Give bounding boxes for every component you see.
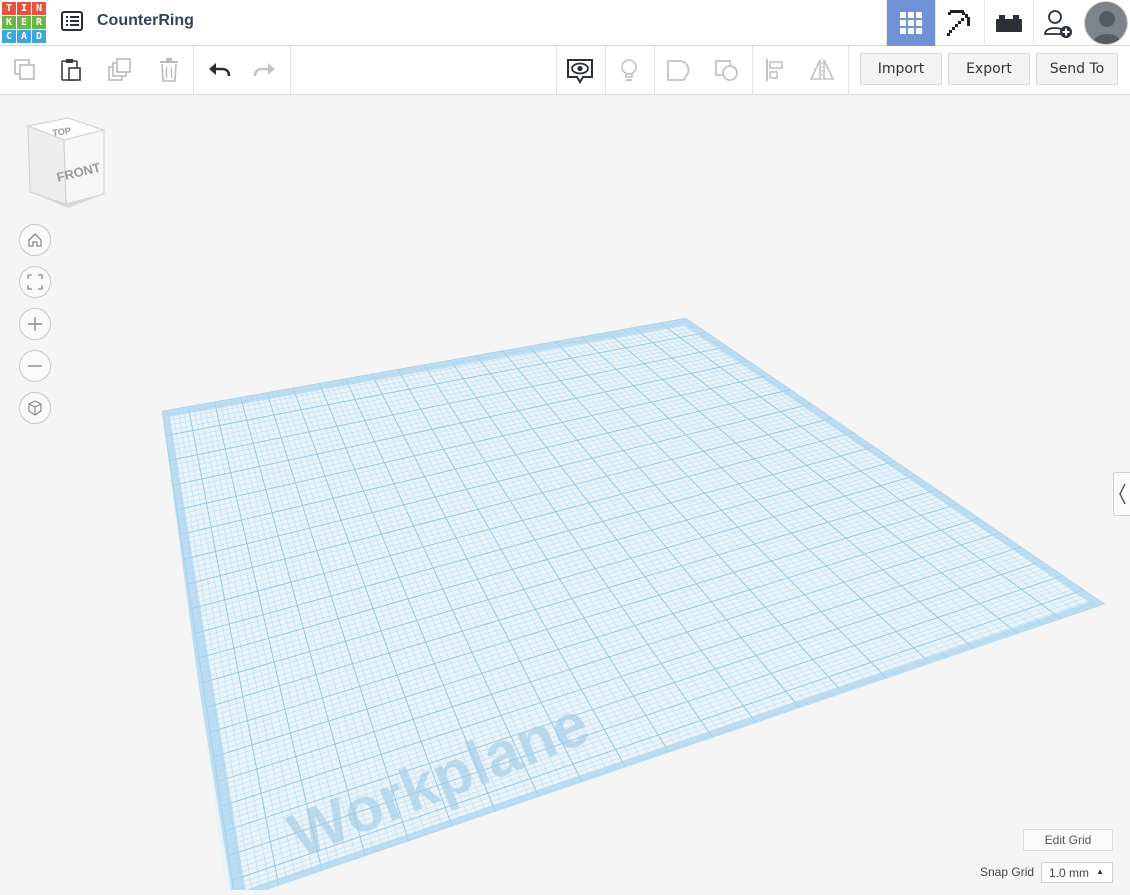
- home-view-button[interactable]: [19, 224, 51, 256]
- caret-up-icon: ▲: [1096, 867, 1104, 876]
- toolbar-divider: [752, 46, 753, 94]
- paste-icon: [61, 59, 81, 81]
- redo-icon: [253, 63, 275, 77]
- zoom-out-button[interactable]: [19, 350, 51, 382]
- 3d-design-view-button[interactable]: [886, 0, 935, 46]
- view-cube[interactable]: TOP FRONT: [24, 116, 110, 208]
- toolbar-divider: [193, 46, 194, 94]
- copy-button[interactable]: [9, 54, 41, 86]
- send-to-button[interactable]: Send To: [1036, 53, 1118, 85]
- align-button[interactable]: [759, 54, 791, 86]
- avatar: [1084, 1, 1128, 45]
- snap-grid-value: 1.0 mm: [1049, 865, 1090, 880]
- user-menu[interactable]: [1082, 0, 1130, 46]
- edit-grid-button[interactable]: Edit Grid: [1023, 829, 1113, 851]
- ungroup-icon: [715, 60, 738, 81]
- toolbar-divider: [290, 46, 291, 94]
- blocks-view-button[interactable]: [935, 0, 984, 46]
- bricks-icon: [996, 15, 1022, 32]
- snap-grid-label: Snap Grid: [980, 865, 1035, 879]
- group-icon: [667, 60, 690, 81]
- bricks-view-button[interactable]: [984, 0, 1033, 46]
- home-view-icon: [28, 233, 42, 247]
- redo-button[interactable]: [249, 54, 281, 86]
- snap-grid-select[interactable]: 1.0 mm ▲: [1041, 862, 1113, 883]
- zoom-out-icon: [28, 365, 42, 367]
- perspective-toggle-button[interactable]: [19, 392, 51, 424]
- logo-letter: C: [2, 30, 16, 43]
- tinkercad-logo[interactable]: T I N K E R C A D: [2, 2, 46, 43]
- import-button[interactable]: Import: [860, 53, 942, 85]
- toolbar-divider: [556, 46, 557, 94]
- align-icon: [766, 59, 783, 81]
- logo-letter: T: [2, 2, 16, 15]
- notes-button[interactable]: [613, 54, 645, 86]
- invite-user-button[interactable]: [1033, 0, 1082, 46]
- fit-view-button[interactable]: [19, 266, 51, 298]
- toolbar-divider: [605, 46, 606, 94]
- mirror-icon: [809, 58, 835, 82]
- toolbar-divider: [848, 46, 849, 94]
- export-button[interactable]: Export: [948, 53, 1030, 85]
- show-all-button[interactable]: [564, 54, 596, 86]
- delete-icon: [160, 58, 178, 82]
- logo-letter: A: [17, 30, 31, 43]
- logo-letter: R: [32, 16, 46, 29]
- logo-letter: K: [2, 16, 16, 29]
- zoom-in-icon: [28, 317, 42, 331]
- show-all-icon: [567, 59, 593, 84]
- chevron-left-icon: [1119, 483, 1126, 505]
- duplicate-icon: [108, 58, 131, 81]
- workplane-viewport[interactable]: Workplane: [0, 95, 1130, 890]
- logo-letter: E: [17, 16, 31, 29]
- view-switcher: [886, 0, 1130, 46]
- shapes-panel-toggle[interactable]: [1113, 472, 1130, 516]
- ungroup-button[interactable]: [711, 54, 743, 86]
- view-cube-icon: TOP FRONT: [26, 117, 106, 208]
- list-icon: [61, 11, 83, 31]
- top-bar: T I N K E R C A D CounterRing: [0, 0, 1130, 46]
- toolbar-divider: [654, 46, 655, 94]
- pickaxe-icon: [947, 10, 970, 36]
- design-menu-button[interactable]: [58, 8, 86, 36]
- delete-button[interactable]: [153, 54, 185, 86]
- paste-button[interactable]: [55, 54, 87, 86]
- logo-letter: I: [17, 2, 31, 15]
- edit-toolbar: Import Export Send To: [0, 46, 1130, 95]
- user-avatar-icon: [1092, 11, 1122, 44]
- duplicate-button[interactable]: [104, 54, 136, 86]
- logo-letter: N: [32, 2, 46, 15]
- perspective-icon: [28, 400, 42, 416]
- add-user-icon: [1044, 10, 1072, 38]
- light-bulb-icon: [621, 59, 637, 81]
- logo-letter: D: [32, 30, 46, 43]
- copy-icon: [14, 59, 35, 80]
- mirror-button[interactable]: [806, 54, 838, 86]
- zoom-in-button[interactable]: [19, 308, 51, 340]
- design-title[interactable]: CounterRing: [97, 12, 194, 30]
- undo-icon: [209, 63, 231, 77]
- group-button[interactable]: [662, 54, 694, 86]
- grid-view-icon: [900, 12, 922, 34]
- fit-view-icon: [27, 274, 43, 290]
- undo-button[interactable]: [203, 54, 235, 86]
- workplane-grid[interactable]: Workplane: [0, 95, 1130, 890]
